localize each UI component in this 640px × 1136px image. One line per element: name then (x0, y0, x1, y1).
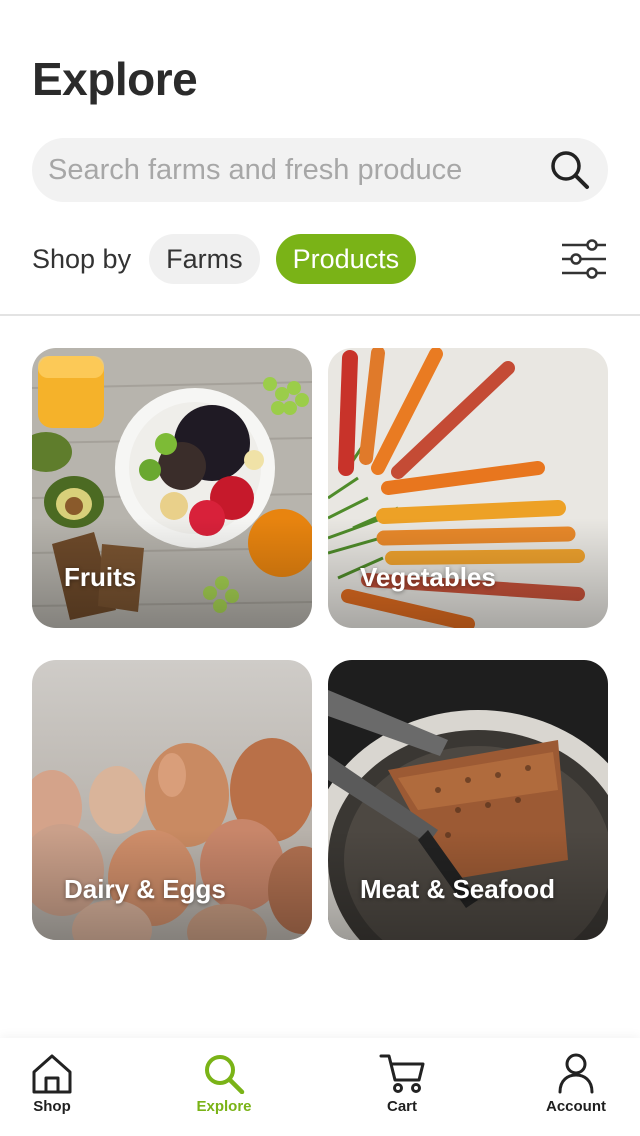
tab-cart[interactable]: Cart (342, 1052, 462, 1115)
category-label: Fruits (64, 562, 137, 592)
tab-label: Explore (196, 1098, 252, 1115)
divider (0, 314, 640, 316)
home-icon (32, 1054, 72, 1094)
tab-label: Account (546, 1098, 606, 1115)
category-card-dairy-eggs[interactable]: Dairy & Eggs (32, 660, 312, 940)
category-label: Vegetables (360, 562, 496, 592)
tab-explore[interactable]: Explore (164, 1052, 284, 1115)
search-icon (205, 1055, 245, 1094)
search-input[interactable] (48, 153, 548, 187)
shop-by-label: Shop by (32, 243, 132, 274)
bottom-tab-bar: Shop Explore Cart Account (0, 1038, 640, 1136)
search-icon (551, 151, 589, 189)
search-button[interactable] (548, 148, 592, 192)
chip-products[interactable]: Products (275, 234, 417, 284)
sliders-icon (562, 239, 606, 279)
category-label: Meat & Seafood (360, 874, 556, 904)
chip-farms[interactable]: Farms (149, 234, 260, 284)
category-card-fruits[interactable]: Fruits (32, 348, 312, 628)
filter-button[interactable] (560, 235, 608, 283)
cart-icon (379, 1054, 425, 1093)
shop-by-row: Shop by Farms Products (32, 234, 608, 284)
category-card-meat-seafood[interactable]: Meat & Seafood (328, 660, 608, 940)
search-bar[interactable] (32, 138, 608, 202)
tab-label: Shop (33, 1098, 71, 1115)
category-grid: Fruits Vegetables Dairy & Eggs Meat & Se… (32, 348, 608, 940)
person-icon (558, 1053, 594, 1094)
page-title: Explore (32, 53, 198, 105)
tab-account[interactable]: Account (516, 1052, 636, 1115)
category-label: Dairy & Eggs (64, 874, 226, 904)
tab-shop[interactable]: Shop (0, 1052, 112, 1115)
category-card-vegetables[interactable]: Vegetables (328, 348, 608, 628)
tab-label: Cart (386, 1098, 417, 1115)
